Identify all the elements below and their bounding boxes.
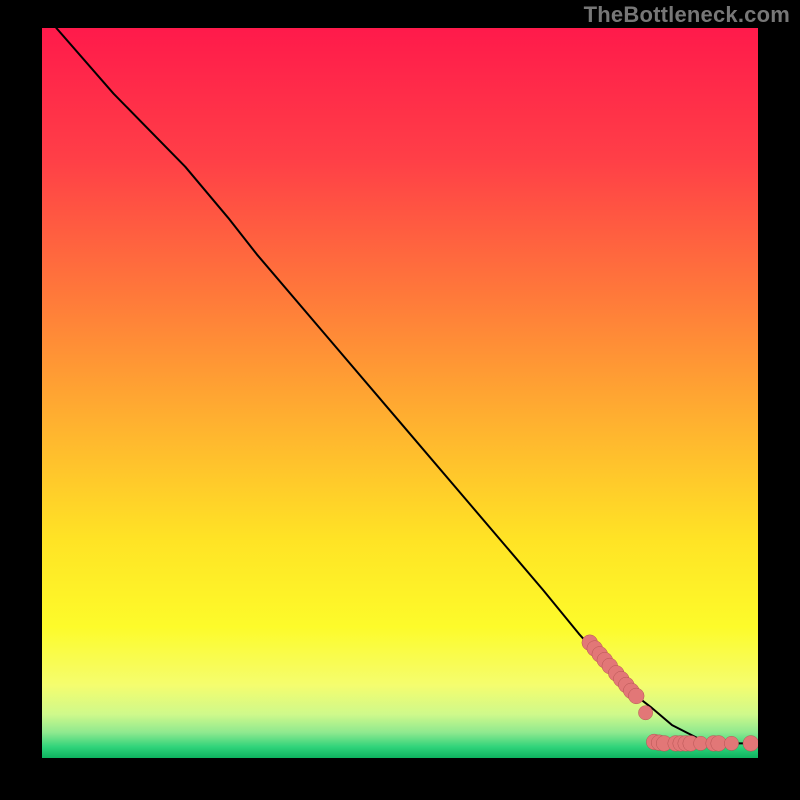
chart-svg [42, 28, 758, 758]
plot-area [42, 28, 758, 758]
data-marker [724, 736, 738, 750]
data-marker [743, 736, 758, 752]
data-marker [628, 688, 644, 704]
data-marker [711, 736, 727, 752]
gradient-background [42, 28, 758, 758]
chart-frame: TheBottleneck.com [0, 0, 800, 800]
data-marker [638, 706, 652, 720]
watermark-text: TheBottleneck.com [584, 2, 790, 28]
